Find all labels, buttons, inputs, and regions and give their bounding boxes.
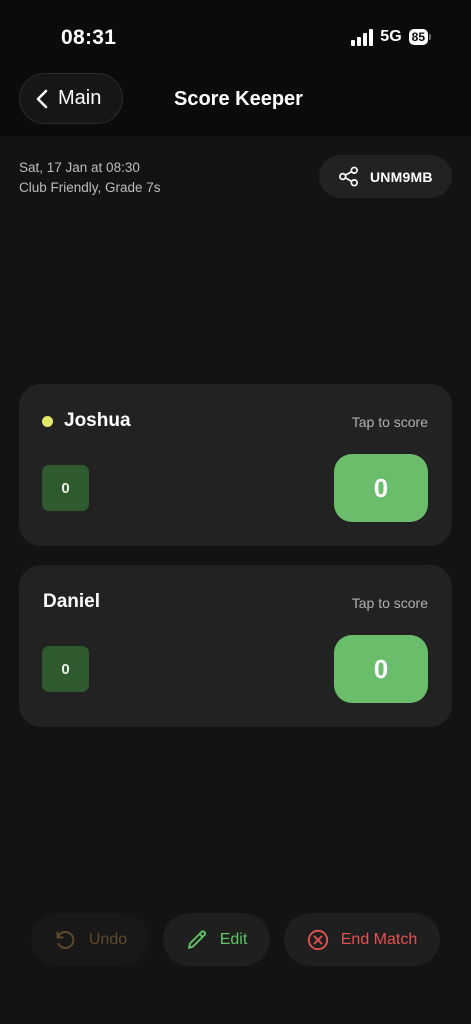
player-name: Daniel: [43, 591, 101, 612]
chevron-left-icon: [36, 89, 48, 109]
end-match-label: End Match: [340, 930, 418, 948]
battery-icon: 85: [408, 29, 431, 45]
back-button-label: Main: [58, 87, 102, 109]
edit-label: Edit: [219, 930, 248, 948]
match-datetime: Sat, 17 Jan at 08:30: [19, 160, 140, 175]
battery-level: 85: [408, 29, 428, 45]
score-button[interactable]: 0: [334, 454, 428, 522]
undo-button[interactable]: Undo: [31, 913, 149, 966]
tap-to-score-hint: Tap to score: [351, 595, 428, 611]
undo-icon: [53, 928, 77, 952]
status-indicators: 5G 85: [351, 28, 431, 46]
share-code: UNM9MB: [370, 168, 433, 185]
score-button[interactable]: 0: [334, 635, 428, 703]
network-type: 5G: [380, 28, 402, 45]
page-title: Score Keeper: [174, 88, 303, 110]
match-info: Sat, 17 Jan at 08:30 Club Friendly, Grad…: [19, 158, 161, 198]
score-keeper-screen: 08:31 5G 85 Main Score Keeper Sat, 17 Ja…: [0, 0, 471, 1024]
player-name: Joshua: [64, 410, 131, 431]
status-time: 08:31: [61, 26, 117, 49]
share-icon: [338, 166, 359, 187]
serve-indicator-dot: [42, 416, 53, 427]
player-card-daniel[interactable]: Daniel Tap to score 0 0: [19, 565, 452, 727]
secondary-score-badge: 0: [42, 465, 89, 511]
back-button[interactable]: Main: [19, 73, 123, 124]
pencil-icon: [186, 929, 208, 951]
tap-to-score-hint: Tap to score: [351, 414, 428, 430]
x-circle-icon: [307, 929, 329, 951]
secondary-score-badge: 0: [42, 646, 89, 692]
top-bar: 08:31 5G 85 Main Score Keeper: [0, 0, 471, 136]
match-details: Club Friendly, Grade 7s: [19, 180, 161, 195]
end-match-button[interactable]: End Match: [284, 913, 440, 966]
edit-button[interactable]: Edit: [163, 913, 270, 966]
signal-icon: [351, 28, 374, 46]
player-card-joshua[interactable]: Joshua Tap to score 0 0: [19, 384, 452, 546]
share-button[interactable]: UNM9MB: [319, 155, 452, 198]
undo-label: Undo: [88, 930, 128, 948]
